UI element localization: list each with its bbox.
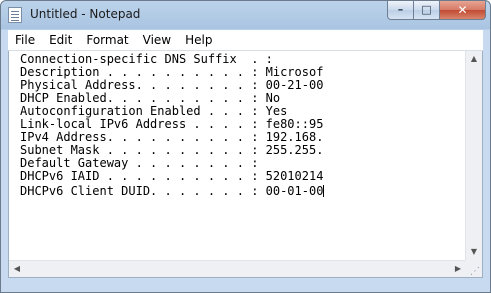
- maximize-button[interactable]: □: [414, 1, 440, 20]
- text-line: DHCPv6 Client DUID. . . . . . . : 00-01-…: [20, 184, 324, 198]
- close-icon: ✕: [457, 3, 468, 17]
- size-grip[interactable]: [465, 260, 482, 277]
- minimize-button[interactable]: –: [387, 1, 414, 20]
- text-line-last: DHCPv6 Client DUID. . . . . . . : 00-01-…: [20, 183, 325, 198]
- scroll-down-arrow-icon[interactable]: ▼: [466, 244, 482, 260]
- client-area: Connection-specific DNS Suffix . : Descr…: [8, 51, 483, 278]
- horizontal-scrollbar[interactable]: ◀ ▶: [9, 260, 466, 277]
- text-caret: [323, 185, 325, 197]
- notepad-window: Untitled - Notepad – □ ✕ File Edit Forma…: [0, 0, 491, 293]
- menu-format[interactable]: Format: [79, 30, 135, 50]
- notepad-icon[interactable]: [8, 7, 22, 23]
- text-line: DHCPv6 IAID . . . . . . . . . . : 520102…: [20, 169, 324, 183]
- scroll-up-arrow-icon[interactable]: ▲: [466, 51, 482, 67]
- close-button[interactable]: ✕: [440, 1, 486, 20]
- menu-bar: File Edit Format View Help: [8, 30, 483, 51]
- menu-help[interactable]: Help: [178, 30, 219, 50]
- minimize-icon: –: [397, 3, 404, 16]
- scroll-left-arrow-icon[interactable]: ◀: [9, 261, 25, 277]
- menu-edit[interactable]: Edit: [42, 30, 79, 50]
- menu-file[interactable]: File: [8, 30, 42, 50]
- caption-buttons: – □ ✕: [387, 1, 486, 20]
- vertical-scrollbar[interactable]: ▲ ▼: [465, 51, 482, 260]
- menu-view[interactable]: View: [136, 30, 178, 50]
- maximize-icon: □: [421, 3, 432, 16]
- window-title: Untitled - Notepad: [30, 7, 141, 21]
- title-bar[interactable]: Untitled - Notepad – □ ✕: [1, 1, 490, 30]
- scroll-right-arrow-icon[interactable]: ▶: [450, 261, 466, 277]
- text-editor[interactable]: Connection-specific DNS Suffix . : Descr…: [9, 51, 466, 260]
